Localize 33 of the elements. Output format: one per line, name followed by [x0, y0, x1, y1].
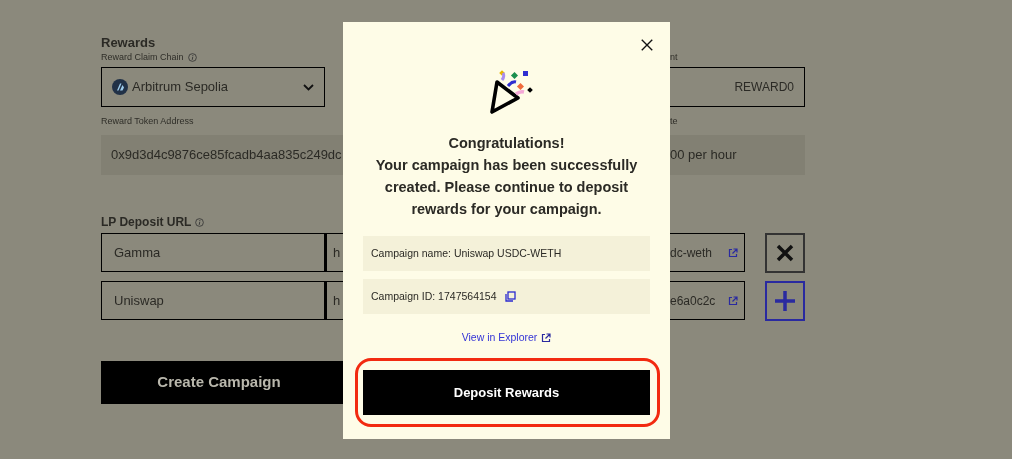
address-field[interactable]: 0x9d3d4c9876ce85fcadb4aa835c249dc: [101, 135, 343, 175]
info-icon: [195, 217, 205, 227]
chevron-down-icon: [303, 83, 314, 91]
detail-text: Campaign name: Uniswap USDC-WETH: [371, 245, 562, 261]
plus-icon: [774, 290, 796, 312]
field-label: te: [670, 115, 679, 127]
field-value: dc-weth: [670, 244, 713, 262]
protocol-field[interactable]: Gamma: [101, 233, 325, 272]
copy-icon[interactable]: [504, 291, 516, 302]
close-icon: [776, 244, 794, 262]
field-value: e6a0c2c: [670, 292, 716, 310]
info-icon: [187, 52, 197, 62]
explorer-link[interactable]: View in Explorer: [461, 330, 538, 346]
success-message: Your campaign has been successfully created. Please continue to deposit rewards for your campaign.: [374, 156, 639, 219]
modal-title: Congratulations!: [447, 134, 566, 153]
field-value: REWARD0: [734, 79, 794, 96]
section-title: Rewards: [101, 34, 157, 51]
protocol-field[interactable]: Uniswap: [101, 281, 325, 320]
add-button[interactable]: [765, 281, 805, 321]
section-title: LP Deposit URL: [101, 214, 192, 231]
detail-text: Campaign ID: 1747564154: [371, 288, 497, 304]
field-label: Reward Claim Chain: [101, 51, 184, 63]
field-label: nt: [670, 51, 679, 63]
chain-logo-icon: [112, 79, 128, 95]
remove-button[interactable]: [765, 233, 805, 273]
external-link-icon[interactable]: [541, 332, 552, 343]
rate-field[interactable]: 00 per hour: [670, 135, 805, 175]
select-value: Arbitrum Sepolia: [132, 78, 230, 97]
create-campaign-button[interactable]: Create Campaign: [101, 361, 343, 404]
chain-select[interactable]: Arbitrum Sepolia: [101, 67, 325, 107]
deposit-rewards-button[interactable]: Deposit Rewards: [363, 369, 650, 415]
field-label: Reward Token Address: [101, 115, 195, 127]
close-button[interactable]: [640, 38, 654, 52]
